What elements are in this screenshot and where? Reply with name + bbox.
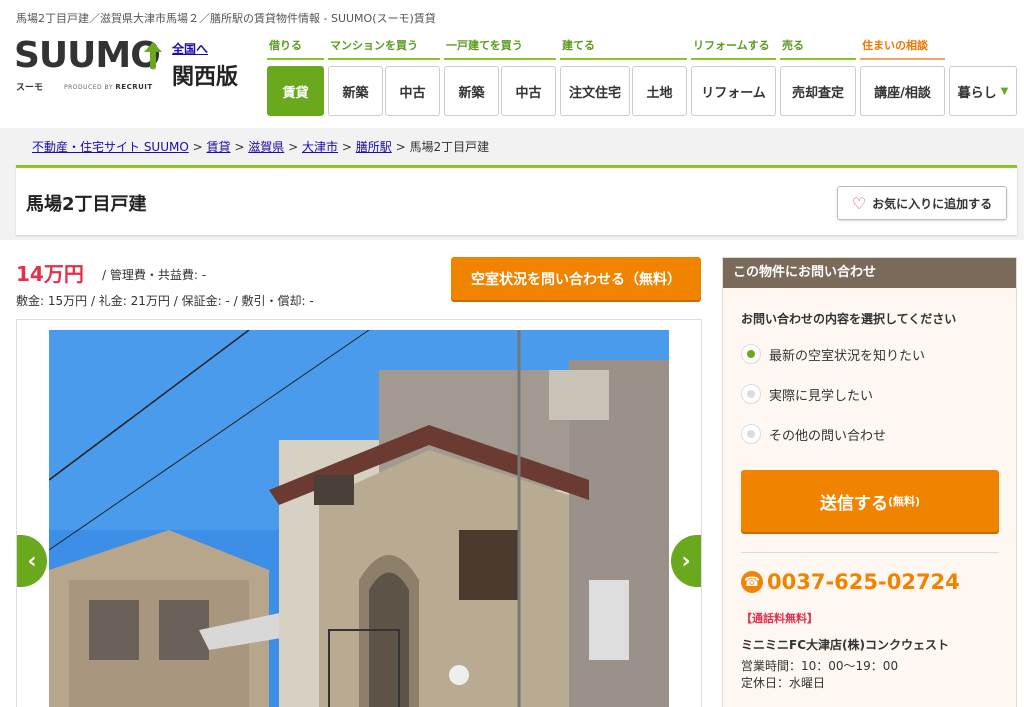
inquiry-option-visit[interactable]: 実際に見学したい xyxy=(741,384,873,404)
region-name: 関西版 xyxy=(172,65,239,90)
recruit-mark: RECRUIT xyxy=(115,83,153,91)
breadcrumb-current: 馬場2丁目戸建 xyxy=(409,140,490,154)
nav-land-button[interactable]: 土地 xyxy=(632,66,687,116)
add-favorite-button[interactable]: ♡ お気に入りに追加する xyxy=(837,186,1007,220)
nav-group-life: 暮らし ▼ xyxy=(949,36,1017,116)
nav-group-build: 建てる 注文住宅 土地 xyxy=(560,36,687,116)
nav-group-sell: 売る 売却査定 xyxy=(780,36,856,116)
option-label: 最新の空室状況を知りたい xyxy=(769,348,926,364)
breadcrumb-link[interactable]: 膳所駅 xyxy=(356,140,392,154)
nav-category: 一戸建てを買う xyxy=(444,36,556,60)
rent-price: 14万円 xyxy=(16,262,84,286)
nav-mansion-used-button[interactable]: 中古 xyxy=(385,66,440,116)
nav-category: 借りる xyxy=(267,36,324,60)
nav-category: 建てる xyxy=(560,36,687,60)
gallery-next-button[interactable]: › xyxy=(671,535,701,587)
photo-gallery: ‹ › xyxy=(16,319,702,707)
nav-reform-button[interactable]: リフォーム xyxy=(691,66,776,116)
logo-arrow-icon xyxy=(144,42,162,70)
nav-group-mansion: マンションを買う 新築 中古 xyxy=(328,36,440,116)
inquiry-panel: この物件にお問い合わせ お問い合わせの内容を選択してください 最新の空室状況を知… xyxy=(722,257,1017,707)
option-label: その他の問い合わせ xyxy=(769,428,887,444)
nav-house-new-button[interactable]: 新築 xyxy=(444,66,499,116)
inquiry-option-other[interactable]: その他の問い合わせ xyxy=(741,424,886,444)
phone-icon: ☎ xyxy=(741,571,763,593)
business-hours: 営業時間：10：00〜19：00 定休日：水曜日 xyxy=(741,659,899,690)
nav-house-used-button[interactable]: 中古 xyxy=(501,66,556,116)
suumo-logo[interactable]: SUUMO スーモ PRODUCED BY RECRUIT xyxy=(14,38,164,98)
nav-group-consult: 住まいの相談 講座/相談 xyxy=(860,36,945,116)
nav-custom-house-button[interactable]: 注文住宅 xyxy=(560,66,630,116)
favorite-label: お気に入りに追加する xyxy=(872,196,993,211)
nav-category: マンションを買う xyxy=(328,36,440,60)
region-switcher: 全国へ 関西版 xyxy=(172,40,238,91)
page-title: 馬場2丁目戸建 xyxy=(26,194,147,215)
heart-icon: ♡ xyxy=(851,193,867,213)
divider xyxy=(741,552,999,553)
breadcrumb-link[interactable]: 賃貸 xyxy=(207,140,231,154)
breadcrumb: 不動産・住宅サイト SUUMO > 賃貸 > 滋賀県 > 大津市 > 膳所駅 >… xyxy=(32,140,490,154)
deposit-fees: 敷金: 15万円 / 礼金: 21万円 / 保証金: - / 敷引・償却: - xyxy=(16,294,314,308)
radio-icon[interactable] xyxy=(741,424,761,444)
property-photo[interactable] xyxy=(49,330,669,707)
free-call-note: 【通話料無料】 xyxy=(741,612,818,625)
nav-mansion-new-button[interactable]: 新築 xyxy=(328,66,383,116)
logo-kana: スーモ xyxy=(16,83,44,93)
radio-selected-icon[interactable] xyxy=(741,344,761,364)
send-button[interactable]: 送信する (無料) xyxy=(741,470,999,532)
nav-category: 売る xyxy=(780,36,856,60)
nav-category: リフォームする xyxy=(691,36,776,60)
nav-life-button[interactable]: 暮らし ▼ xyxy=(949,66,1017,116)
triangle-down-icon: ▼ xyxy=(1000,85,1009,97)
property-title-box: 馬場2丁目戸建 ♡ お気に入りに追加する xyxy=(16,165,1017,235)
breadcrumb-link[interactable]: 滋賀県 xyxy=(248,140,284,154)
shop-name: ミニミニFC大津店(株)コンクウェスト xyxy=(741,638,949,652)
breadcrumb-link[interactable]: 大津市 xyxy=(302,140,338,154)
inquiry-option-vacancy[interactable]: 最新の空室状況を知りたい xyxy=(741,344,925,364)
nav-sell-button[interactable]: 売却査定 xyxy=(780,66,856,116)
nav-group-reform: リフォームする リフォーム xyxy=(691,36,776,116)
global-nav: 借りる 賃貸 マンションを買う 新築 中古 一戸建てを買う 新築 中古 建てる … xyxy=(267,36,1024,126)
nav-category xyxy=(949,36,1017,60)
nav-rent-button[interactable]: 賃貸 xyxy=(267,66,324,116)
option-label: 実際に見学したい xyxy=(769,388,874,404)
logo-produced-by: PRODUCED BY RECRUIT xyxy=(64,83,153,91)
gallery-prev-button[interactable]: ‹ xyxy=(17,535,47,587)
page-caption: 馬場2丁目戸建／滋賀県大津市馬場２／膳所駅の賃貸物件情報 - SUUMO(スーモ… xyxy=(16,12,436,25)
phone-number[interactable]: ☎ 0037-625-02724 xyxy=(741,570,960,594)
breadcrumb-link[interactable]: 不動産・住宅サイト SUUMO xyxy=(32,140,189,154)
vacancy-inquiry-button[interactable]: 空室状況を問い合わせる（無料） xyxy=(451,257,701,300)
property-main: 14万円 / 管理費・共益費: - 敷金: 15万円 / 礼金: 21万円 / … xyxy=(0,240,1024,707)
nav-consult-button[interactable]: 講座/相談 xyxy=(860,66,945,116)
radio-icon[interactable] xyxy=(741,384,761,404)
inquiry-header: この物件にお問い合わせ xyxy=(723,258,1016,288)
management-fee: / 管理費・共益費: - xyxy=(102,268,207,282)
inquiry-question: お問い合わせの内容を選択してください xyxy=(741,312,957,326)
nationwide-link[interactable]: 全国へ xyxy=(172,40,238,57)
nav-category: 住まいの相談 xyxy=(860,36,945,60)
nav-group-house: 一戸建てを買う 新築 中古 xyxy=(444,36,556,116)
nav-group-rent: 借りる 賃貸 xyxy=(267,36,324,116)
